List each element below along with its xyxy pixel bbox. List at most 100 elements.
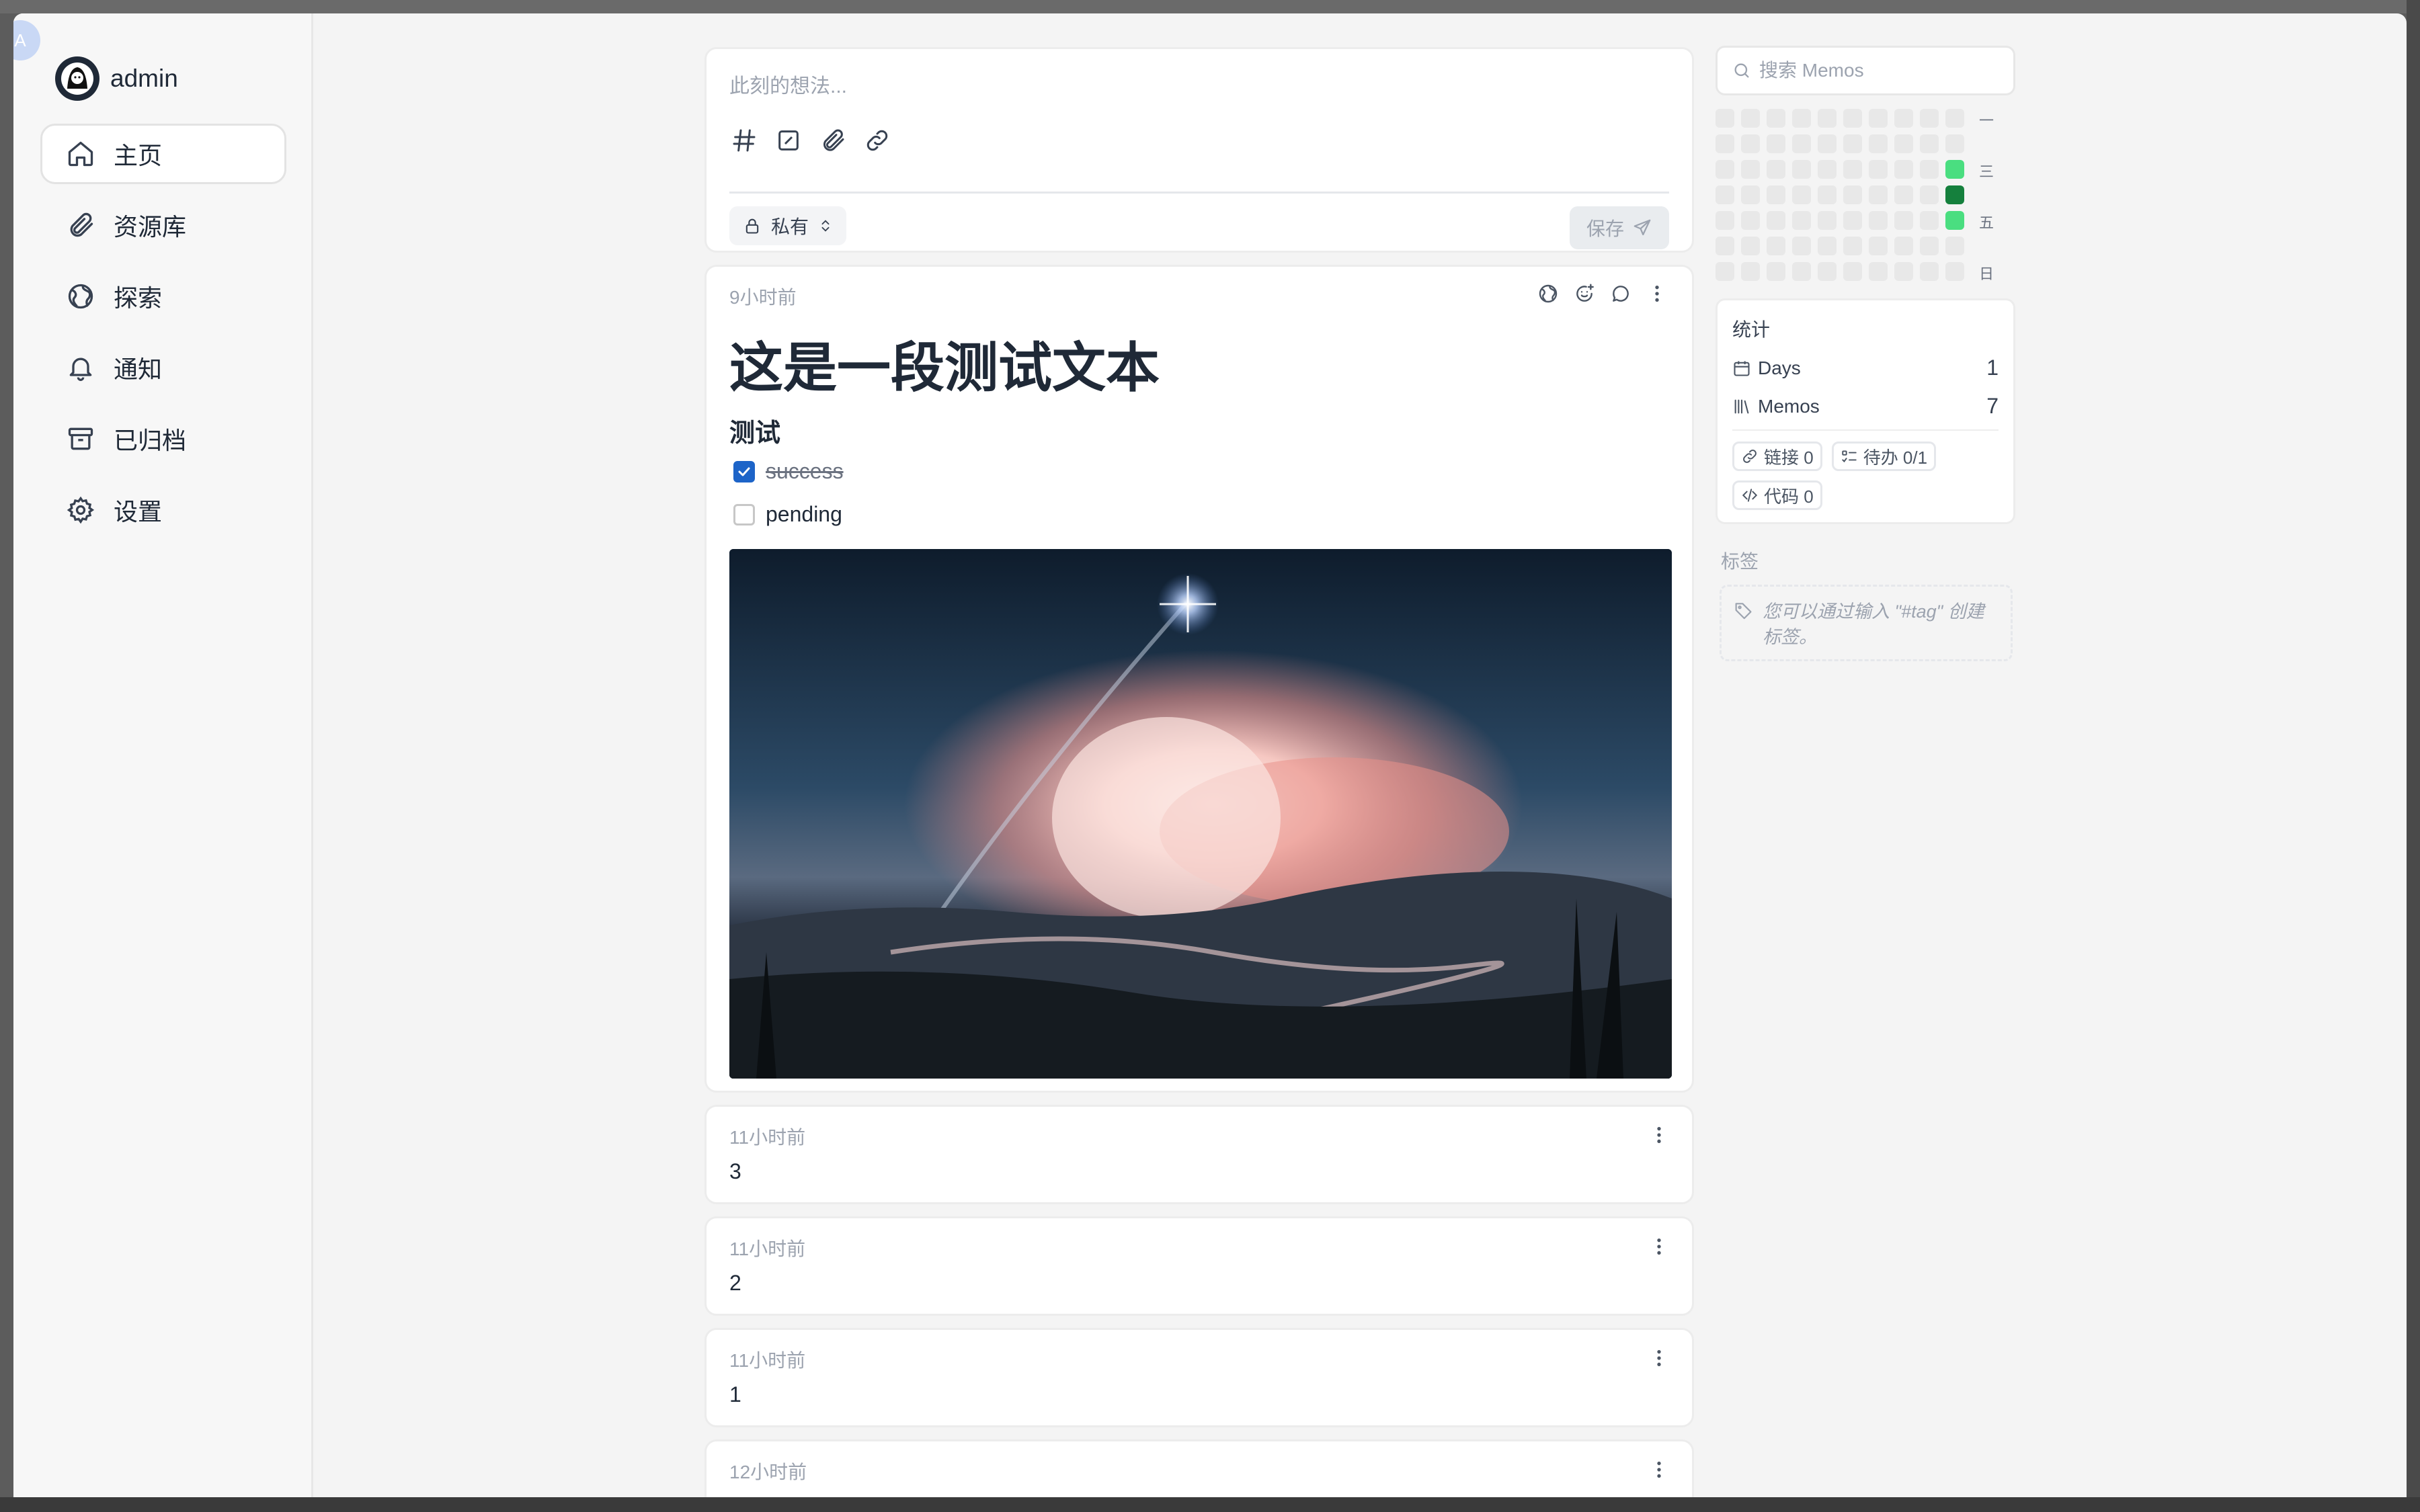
heatmap-cell[interactable]: [1741, 134, 1760, 153]
heatmap-cell[interactable]: [1792, 160, 1811, 179]
heatmap-cell[interactable]: [1869, 211, 1888, 230]
heatmap-cell[interactable]: [1945, 237, 1964, 255]
heatmap-cell[interactable]: [1716, 160, 1734, 179]
heatmap-cell[interactable]: [1716, 262, 1734, 281]
heatmap-cell[interactable]: [1869, 160, 1888, 179]
heatmap-cell[interactable]: [1894, 185, 1913, 204]
heatmap-cell[interactable]: [1945, 160, 1964, 179]
sidebar-item-notifications[interactable]: 通知: [40, 337, 286, 398]
heatmap-cell[interactable]: [1920, 211, 1939, 230]
heatmap-cell[interactable]: [1741, 262, 1760, 281]
heatmap-cell[interactable]: [1767, 262, 1785, 281]
sidebar-item-resources[interactable]: 资源库: [40, 195, 286, 255]
heatmap-cell[interactable]: [1843, 185, 1862, 204]
heatmap-cell[interactable]: [1945, 185, 1964, 204]
heatmap-cell[interactable]: [1894, 262, 1913, 281]
corner-avatar[interactable]: A: [13, 20, 40, 60]
heatmap-cell[interactable]: [1792, 211, 1811, 230]
heatmap-cell[interactable]: [1869, 262, 1888, 281]
memo-editor-input[interactable]: 此刻的想法...: [729, 69, 1669, 99]
save-button[interactable]: 保存: [1570, 206, 1669, 249]
heatmap-cell[interactable]: [1843, 160, 1862, 179]
heatmap-cell[interactable]: [1741, 109, 1760, 128]
paperclip-icon[interactable]: [818, 126, 848, 155]
heatmap-cell[interactable]: [1818, 134, 1837, 153]
heatmap-cell[interactable]: [1945, 109, 1964, 128]
heatmap-cell[interactable]: [1869, 109, 1888, 128]
task-checkbox[interactable]: [733, 460, 755, 482]
code-count-chip[interactable]: 代码 0: [1732, 480, 1822, 510]
heatmap-cell[interactable]: [1767, 134, 1785, 153]
reaction-icon[interactable]: [1572, 282, 1597, 306]
more-vertical-icon[interactable]: [1649, 1123, 1669, 1147]
heatmap-cell[interactable]: [1716, 237, 1734, 255]
task-checkbox[interactable]: [733, 503, 755, 526]
heatmap-cell[interactable]: [1767, 109, 1785, 128]
heatmap-cell[interactable]: [1920, 109, 1939, 128]
heatmap-cell[interactable]: [1792, 237, 1811, 255]
heatmap-cell[interactable]: [1767, 211, 1785, 230]
heatmap-cell[interactable]: [1818, 109, 1837, 128]
heatmap-cell[interactable]: [1741, 185, 1760, 204]
heatmap-cell[interactable]: [1716, 211, 1734, 230]
heatmap-cell[interactable]: [1894, 211, 1913, 230]
heatmap-cell[interactable]: [1894, 109, 1913, 128]
sidebar-item-settings[interactable]: 设置: [40, 480, 286, 540]
heatmap-cell[interactable]: [1818, 211, 1837, 230]
globe-icon[interactable]: [1536, 282, 1560, 306]
checkbox-icon[interactable]: [774, 126, 803, 155]
heatmap-cell[interactable]: [1767, 160, 1785, 179]
heatmap-cell[interactable]: [1894, 160, 1913, 179]
heatmap-cell[interactable]: [1869, 134, 1888, 153]
more-vertical-icon[interactable]: [1645, 282, 1669, 306]
heatmap-cell[interactable]: [1843, 262, 1862, 281]
heatmap-cell[interactable]: [1945, 262, 1964, 281]
sidebar-item-archived[interactable]: 已归档: [40, 409, 286, 469]
heatmap-cell[interactable]: [1920, 160, 1939, 179]
search-input[interactable]: [1759, 60, 2001, 81]
heatmap-cell[interactable]: [1818, 160, 1837, 179]
more-vertical-icon[interactable]: [1649, 1346, 1669, 1370]
heatmap-cell[interactable]: [1716, 185, 1734, 204]
sidebar-item-home[interactable]: 主页: [40, 124, 286, 184]
todo-count-chip[interactable]: 待办 0/1: [1831, 442, 1937, 471]
heatmap-cell[interactable]: [1843, 211, 1862, 230]
heatmap-cell[interactable]: [1869, 237, 1888, 255]
heatmap-cell[interactable]: [1894, 237, 1913, 255]
heatmap-cell[interactable]: [1843, 109, 1862, 128]
heatmap-cell[interactable]: [1792, 262, 1811, 281]
comment-icon[interactable]: [1609, 282, 1633, 306]
heatmap-cell[interactable]: [1869, 185, 1888, 204]
heatmap-cell[interactable]: [1920, 185, 1939, 204]
heatmap-cell[interactable]: [1818, 185, 1837, 204]
heatmap-cell[interactable]: [1792, 134, 1811, 153]
link-icon[interactable]: [862, 126, 892, 155]
heatmap-cell[interactable]: [1767, 185, 1785, 204]
heatmap-cell[interactable]: [1716, 134, 1734, 153]
heatmap-cell[interactable]: [1894, 134, 1913, 153]
heatmap-cell[interactable]: [1843, 237, 1862, 255]
heatmap-cell[interactable]: [1818, 262, 1837, 281]
heatmap-cell[interactable]: [1945, 211, 1964, 230]
heatmap-cell[interactable]: [1741, 237, 1760, 255]
more-vertical-icon[interactable]: [1649, 1458, 1669, 1482]
heatmap-cell[interactable]: [1945, 134, 1964, 153]
sidebar-item-explore[interactable]: 探索: [40, 266, 286, 327]
heatmap-cell[interactable]: [1716, 109, 1734, 128]
heatmap-cell[interactable]: [1920, 134, 1939, 153]
night-sky-landscape-image[interactable]: [729, 549, 1672, 1079]
heatmap-cell[interactable]: [1843, 134, 1862, 153]
heatmap-cell[interactable]: [1920, 237, 1939, 255]
user-profile[interactable]: admin: [55, 56, 178, 101]
heatmap-cell[interactable]: [1818, 237, 1837, 255]
more-vertical-icon[interactable]: [1649, 1234, 1669, 1259]
heatmap-cell[interactable]: [1741, 211, 1760, 230]
heatmap-cell[interactable]: [1920, 262, 1939, 281]
hash-icon[interactable]: [729, 126, 759, 155]
heatmap-cell[interactable]: [1767, 237, 1785, 255]
heatmap-cell[interactable]: [1741, 160, 1760, 179]
visibility-select[interactable]: 私有: [729, 206, 847, 245]
heatmap-cell[interactable]: [1792, 109, 1811, 128]
heatmap-cell[interactable]: [1792, 185, 1811, 204]
link-count-chip[interactable]: 链接 0: [1732, 442, 1822, 471]
